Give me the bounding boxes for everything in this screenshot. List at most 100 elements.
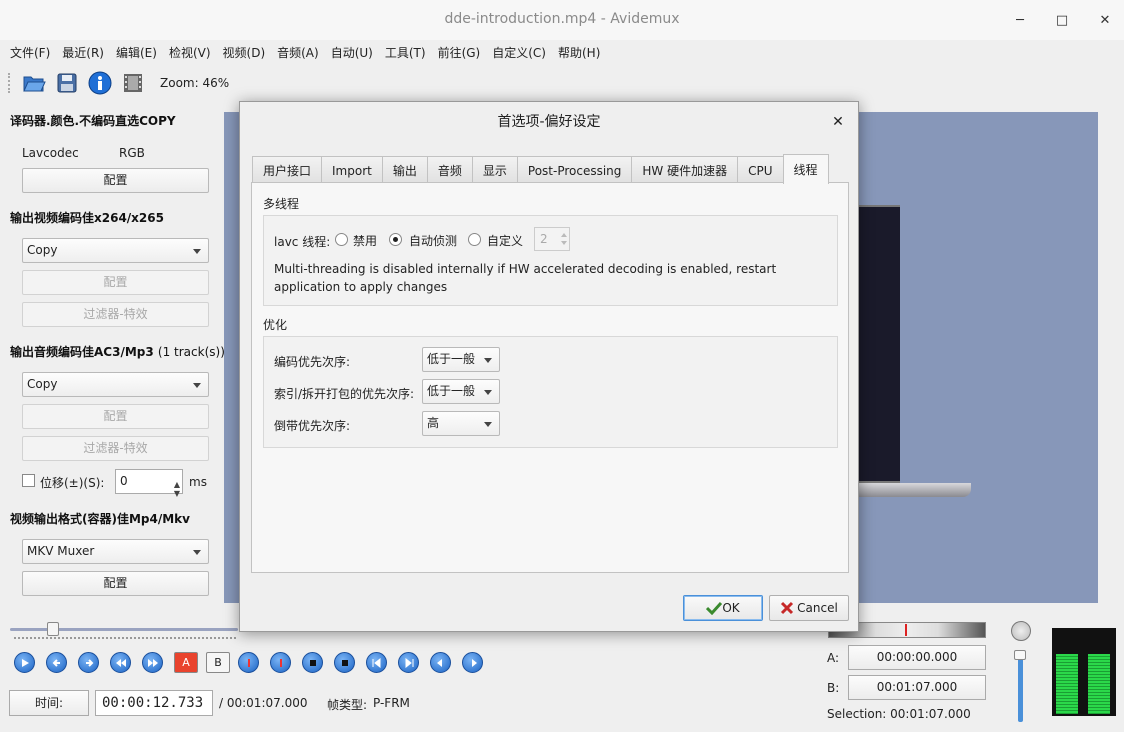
radio-disable-label: 禁用 [353, 234, 378, 248]
maximize-button[interactable]: □ [1049, 8, 1075, 32]
save-icon[interactable] [53, 69, 81, 97]
next-frame-button[interactable] [78, 652, 99, 673]
index-priority-select[interactable]: 低于一般 [422, 379, 500, 404]
menu-audio[interactable]: 音频(A) [271, 40, 325, 64]
radio-custom[interactable] [468, 233, 481, 246]
play-button[interactable] [14, 652, 35, 673]
volume-slider-handle[interactable] [1014, 650, 1026, 660]
zoom-label: Zoom: 46% [160, 76, 230, 90]
tab-cpu[interactable]: CPU [737, 156, 784, 184]
marker-b-time[interactable]: 00:01:07.000 [848, 675, 986, 700]
muxer-select[interactable]: MKV Muxer [22, 539, 209, 564]
toolbar: Zoom: 46% [0, 66, 1124, 100]
current-time-field[interactable]: 00:00:12.733 [95, 690, 213, 716]
dialog-title: 首选项-偏好设定 [497, 114, 601, 130]
preferences-tabs: 用户接口 Import 输出 音频 显示 Post-Processing HW … [252, 154, 829, 184]
tab-audio[interactable]: 音频 [426, 156, 473, 184]
dialog-close-icon[interactable]: ✕ [828, 112, 848, 132]
audio-codec-value: Copy [27, 377, 58, 391]
muxer-config-button[interactable]: 配置 [22, 571, 209, 596]
film-icon[interactable] [119, 69, 147, 97]
menu-edit[interactable]: 编辑(E) [110, 40, 163, 64]
next-black-frame-icon[interactable] [334, 652, 355, 673]
shift-input[interactable]: 0 ▲ ▼ [115, 469, 183, 498]
menu-recent[interactable]: 最近(R) [56, 40, 110, 64]
next-keyframe-button[interactable] [142, 652, 163, 673]
frame-type-value: P-FRM [373, 696, 410, 710]
minimize-button[interactable]: ─ [1007, 8, 1033, 32]
volume-icon[interactable] [1011, 621, 1031, 641]
marker-a-time[interactable]: 00:00:00.000 [848, 645, 986, 670]
go-marker-a-icon[interactable] [238, 652, 259, 673]
video-filters-button[interactable]: 过滤器-特效 [22, 302, 209, 327]
audio-config-button[interactable]: 配置 [22, 404, 209, 429]
prev-black-frame-icon[interactable] [302, 652, 323, 673]
tab-user-interface[interactable]: 用户接口 [252, 156, 323, 184]
spin-up-icon [561, 233, 567, 237]
optimize-group: 编码优先次序: 低于一般 索引/拆开打包的优先次序: 低于一般 倒带优先次序: … [263, 336, 838, 448]
custom-threads-spinbox[interactable]: 2 [534, 227, 570, 251]
shift-label: 位移(±)(S): [40, 476, 105, 490]
decoder-color: RGB [119, 146, 145, 160]
rewind-priority-select[interactable]: 高 [422, 411, 500, 436]
tab-display[interactable]: 显示 [471, 156, 518, 184]
close-button[interactable]: ✕ [1092, 8, 1118, 32]
audio-level-meter [1052, 628, 1116, 716]
tab-import[interactable]: Import [321, 156, 383, 184]
radio-auto-detect[interactable] [389, 233, 402, 246]
shift-checkbox[interactable] [22, 474, 35, 487]
back-60s-icon[interactable] [430, 652, 451, 673]
toolbar-grip[interactable] [8, 73, 14, 93]
menu-view[interactable]: 检视(V) [163, 40, 217, 64]
prev-keyframe-button[interactable] [110, 652, 131, 673]
encode-priority-select[interactable]: 低于一般 [422, 347, 500, 372]
video-config-button[interactable]: 配置 [22, 270, 209, 295]
ok-icon [706, 601, 723, 615]
open-icon[interactable] [20, 69, 48, 97]
timeline-slider-handle[interactable] [47, 622, 60, 636]
laptop-base-image [855, 483, 971, 497]
index-priority-value: 低于一般 [427, 384, 476, 398]
decoder-section-title: 译码器.颜色.不编码直选COPY [10, 114, 176, 128]
multithread-note: Multi-threading is disabled internally i… [274, 262, 777, 294]
menu-help[interactable]: 帮助(H) [552, 40, 606, 64]
tab-output[interactable]: 输出 [381, 156, 428, 184]
time-button[interactable]: 时间: [9, 690, 89, 716]
audio-filters-button[interactable]: 过滤器-特效 [22, 436, 209, 461]
audio-codec-select[interactable]: Copy [22, 372, 209, 397]
cancel-label: Cancel [797, 601, 838, 615]
radio-disable[interactable] [335, 233, 348, 246]
selection-duration: Selection: 00:01:07.000 [827, 707, 971, 721]
menu-custom[interactable]: 自定义(C) [486, 40, 552, 64]
forward-60s-icon[interactable] [462, 652, 483, 673]
go-marker-b-icon[interactable] [270, 652, 291, 673]
audio-track-count: (1 track(s)) [157, 345, 225, 359]
info-icon[interactable] [86, 69, 114, 97]
tab-threading[interactable]: 线程 [782, 154, 829, 184]
cancel-button[interactable]: Cancel [769, 595, 849, 621]
chevron-down-icon [484, 422, 492, 427]
marker-b-label: B: [827, 681, 840, 695]
tab-post-processing[interactable]: Post-Processing [516, 156, 633, 184]
marker-a-button[interactable]: A [174, 652, 198, 673]
ok-label: OK [722, 601, 740, 615]
radio-auto-detect-label: 自动侦测 [409, 234, 458, 248]
menu-auto[interactable]: 自动(U) [325, 40, 379, 64]
first-frame-icon[interactable] [366, 652, 387, 673]
spin-down-icon[interactable]: ▼ [174, 482, 180, 505]
tab-hw-accel[interactable]: HW 硬件加速器 [631, 156, 739, 184]
menu-tools[interactable]: 工具(T) [379, 40, 432, 64]
shift-value: 0 [120, 474, 128, 488]
volume-slider[interactable] [1018, 650, 1023, 722]
menu-file[interactable]: 文件(F) [4, 40, 56, 64]
last-frame-icon[interactable] [398, 652, 419, 673]
muxer-value: MKV Muxer [27, 544, 95, 558]
marker-b-button[interactable]: B [206, 652, 230, 673]
timeline-slider[interactable] [10, 628, 238, 631]
menu-go[interactable]: 前往(G) [432, 40, 487, 64]
ok-button[interactable]: OK [683, 595, 763, 621]
decoder-config-button[interactable]: 配置 [22, 168, 209, 193]
video-codec-select[interactable]: Copy [22, 238, 209, 263]
menu-video[interactable]: 视频(D) [217, 40, 272, 64]
prev-frame-button[interactable] [46, 652, 67, 673]
